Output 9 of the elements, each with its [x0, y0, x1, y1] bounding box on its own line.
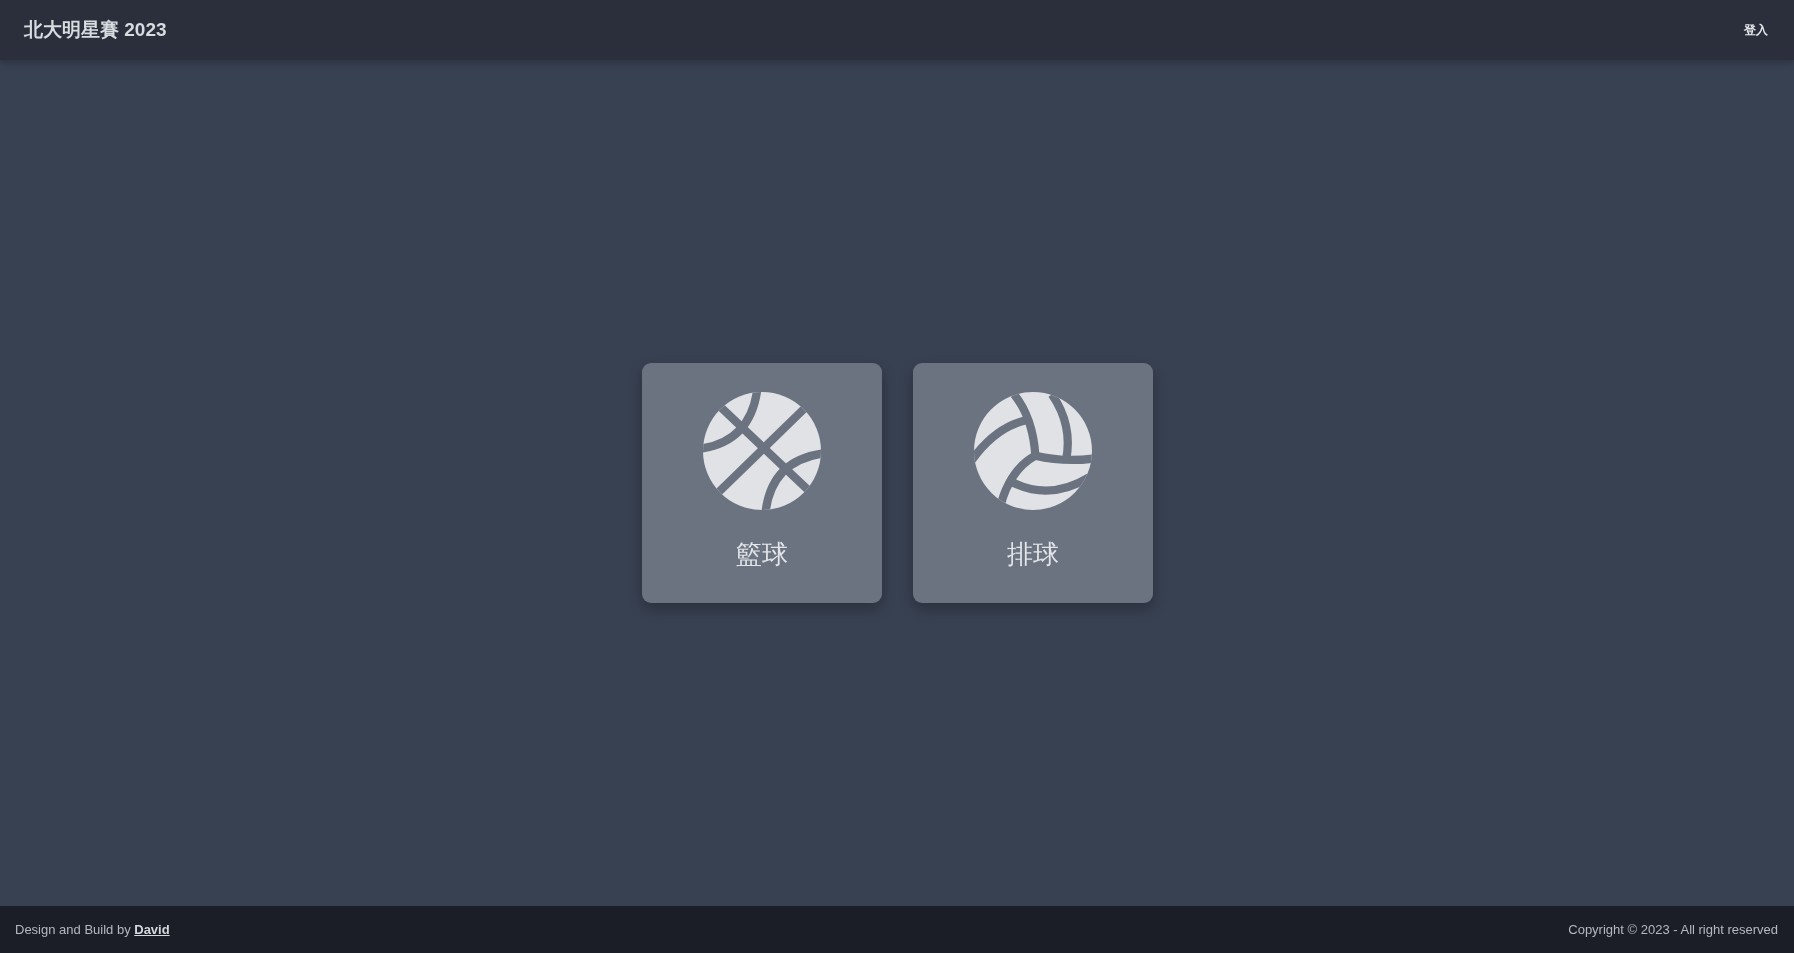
footer-credit: Design and Build by David	[15, 922, 170, 937]
basketball-icon	[702, 392, 821, 510]
volleyball-icon	[973, 392, 1092, 510]
login-link[interactable]: 登入	[1744, 21, 1768, 39]
sport-card[interactable]: 籃球	[641, 363, 882, 603]
site-title: 北大明星賽 2023	[24, 18, 167, 42]
copyright-text: Copyright © 2023 - All right reserved	[1568, 922, 1778, 937]
author-link[interactable]: David	[134, 922, 170, 937]
sport-card[interactable]: 排球	[912, 363, 1153, 603]
